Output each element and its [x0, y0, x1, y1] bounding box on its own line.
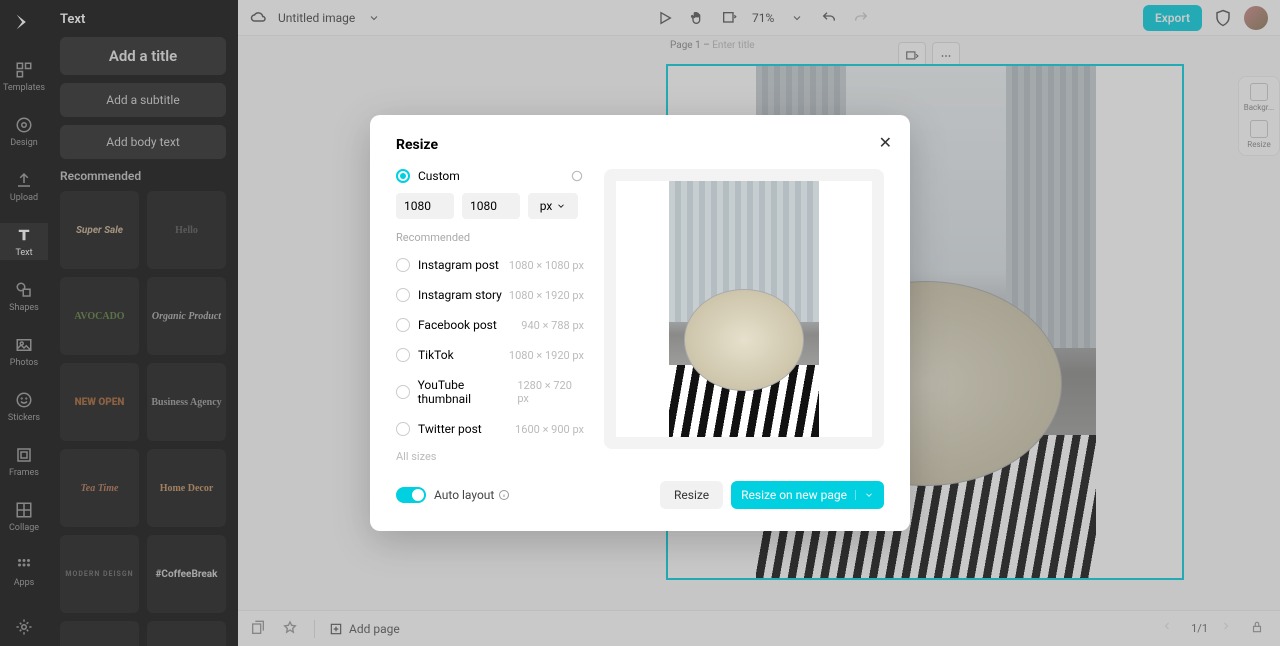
width-input[interactable] — [396, 193, 454, 219]
auto-layout-toggle[interactable] — [396, 487, 426, 503]
close-icon[interactable]: ✕ — [879, 133, 892, 152]
resize-new-page-button[interactable]: Resize on new page — [731, 481, 884, 509]
auto-layout-label: Auto layout — [434, 488, 510, 502]
resize-modal: Resize ✕ Custom px Recommended Instagram… — [370, 115, 910, 531]
modal-title: Resize — [396, 137, 884, 153]
radio-icon — [396, 318, 410, 332]
radio-icon — [396, 169, 410, 183]
size-option[interactable]: Facebook post940 × 788 px — [396, 310, 584, 340]
size-option[interactable]: Twitter post1600 × 900 px — [396, 414, 584, 444]
radio-icon — [396, 385, 410, 399]
size-option[interactable]: Instagram post1080 × 1080 px — [396, 250, 584, 280]
size-option[interactable]: TikTok1080 × 1920 px — [396, 340, 584, 370]
size-option[interactable]: YouTube thumbnail1280 × 720 px — [396, 370, 584, 414]
resize-button[interactable]: Resize — [660, 481, 723, 509]
radio-icon — [396, 348, 410, 362]
custom-size-option[interactable]: Custom — [396, 169, 584, 183]
link-icon[interactable] — [570, 169, 584, 183]
info-icon[interactable] — [498, 489, 510, 501]
modal-overlay[interactable]: Resize ✕ Custom px Recommended Instagram… — [0, 0, 1280, 646]
resize-preview — [604, 169, 884, 449]
radio-icon — [396, 422, 410, 436]
size-option[interactable]: Instagram story1080 × 1920 px — [396, 280, 584, 310]
all-sizes-link[interactable]: All sizes — [396, 450, 584, 463]
recommended-heading: Recommended — [396, 231, 584, 244]
chevron-down-icon[interactable] — [855, 490, 874, 500]
radio-icon — [396, 258, 410, 272]
height-input[interactable] — [462, 193, 520, 219]
radio-icon — [396, 288, 410, 302]
unit-select[interactable]: px — [528, 193, 578, 219]
